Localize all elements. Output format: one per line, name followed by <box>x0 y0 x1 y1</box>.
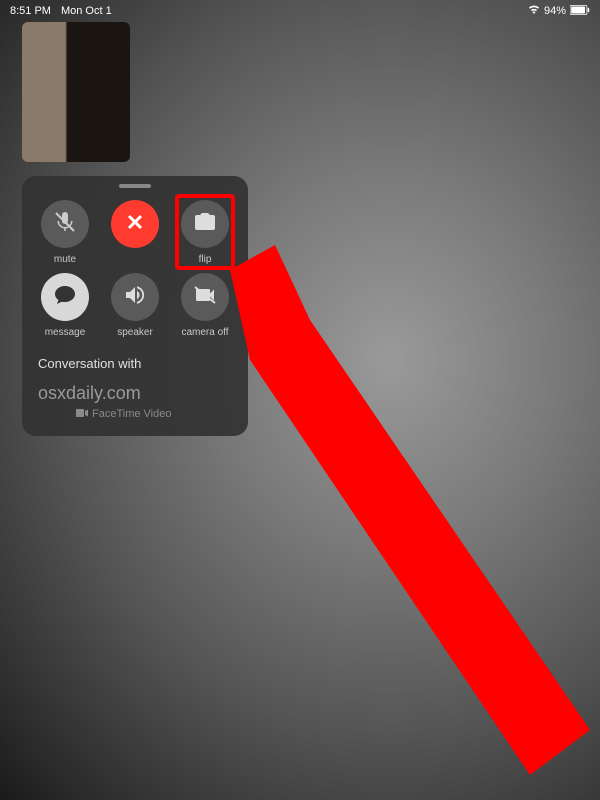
conversation-contact: osxdaily.com <box>38 383 232 404</box>
message-icon <box>53 283 77 312</box>
call-controls-panel: mute flip me <box>22 176 248 436</box>
camera-off-button[interactable]: camera off <box>181 273 229 338</box>
message-button[interactable]: message <box>41 273 89 338</box>
battery-icon <box>570 5 590 18</box>
mute-label: mute <box>54 254 76 265</box>
conversation-header: Conversation with <box>38 356 232 371</box>
battery-percent: 94% <box>544 5 566 17</box>
video-icon <box>76 408 88 420</box>
flip-label: flip <box>199 254 212 265</box>
end-call-button[interactable] <box>111 200 159 265</box>
speaker-icon <box>123 283 147 312</box>
microphone-off-icon <box>53 210 77 239</box>
camera-off-icon <box>193 283 217 312</box>
conversation-section: Conversation with osxdaily.com FaceTime … <box>32 356 238 420</box>
mute-button[interactable]: mute <box>41 200 89 265</box>
camera-off-label: camera off <box>181 327 228 338</box>
message-label: message <box>45 327 86 338</box>
flip-camera-button[interactable]: flip <box>181 200 229 265</box>
camera-flip-icon <box>193 210 217 239</box>
wifi-icon <box>528 5 540 17</box>
close-icon <box>123 210 147 239</box>
drag-handle[interactable] <box>119 184 151 188</box>
speaker-button[interactable]: speaker <box>111 273 159 338</box>
status-time: 8:51 PM <box>10 5 51 17</box>
status-date: Mon Oct 1 <box>61 5 112 17</box>
conversation-type: FaceTime Video <box>38 408 232 420</box>
call-type-label: FaceTime Video <box>92 408 171 420</box>
speaker-label: speaker <box>117 327 153 338</box>
self-view-pip[interactable] <box>22 22 130 162</box>
button-grid: mute flip me <box>32 200 238 338</box>
status-bar: 8:51 PM Mon Oct 1 94% <box>0 0 600 22</box>
